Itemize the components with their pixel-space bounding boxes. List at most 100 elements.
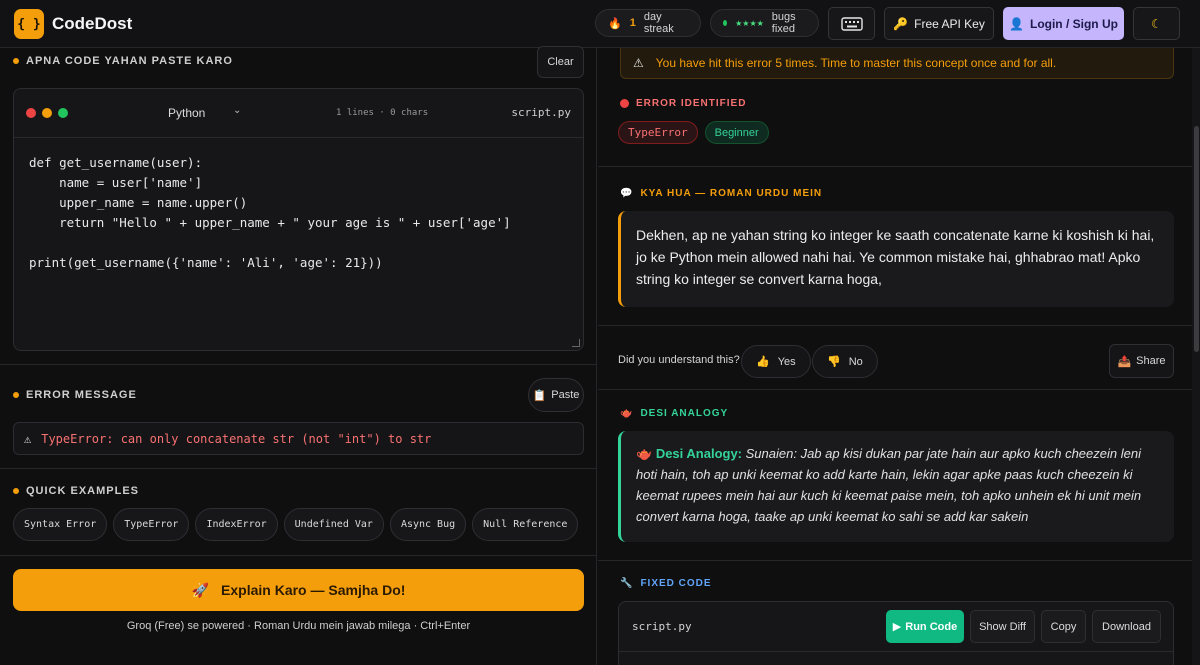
bugs-fixed-badge: ★★★★ bugs fixed (710, 9, 819, 37)
streak-label: day streak (643, 11, 674, 35)
section-dot-icon (13, 392, 19, 398)
run-label: Run Code (905, 620, 958, 633)
example-chips: Syntax Error TypeError IndexError Undefi… (13, 508, 579, 541)
fixed-filename: script.py (632, 620, 692, 633)
error-title-text: ERROR MESSAGE (26, 389, 137, 401)
fire-icon: 🔥 (608, 17, 622, 30)
analogy-title: 🫖 DESI ANALOGY (620, 408, 728, 419)
section-dot-icon (13, 488, 19, 494)
explain-label: Explain Karo — Samjha Do! (221, 582, 406, 598)
no-button[interactable]: 👎 No (812, 345, 878, 378)
thumbs-up-icon: 👍 (756, 356, 770, 368)
error-tags: TypeError Beginner (618, 121, 769, 144)
yes-button[interactable]: 👍 Yes (741, 345, 811, 378)
app-name: CodeDost (52, 14, 133, 33)
theme-toggle-button[interactable]: ☾ (1133, 7, 1180, 40)
editor-filename: script.py (511, 106, 571, 119)
error-message-text: TypeError: can only concatenate str (not… (41, 431, 432, 446)
fixed-code-title: 🔧 FIXED CODE (620, 578, 712, 589)
bugs-stars: ★★★★ (735, 18, 764, 28)
fixed-code-toolbar: script.py ▶ Run Code Show Diff Copy Down… (619, 602, 1173, 652)
scrollbar-thumb[interactable] (1194, 126, 1199, 352)
error-section-title: ERROR MESSAGE (13, 389, 137, 401)
play-icon: ▶ (892, 621, 902, 633)
error-identified-title: ERROR IDENTIFIED (620, 98, 746, 109)
analogy-title-text: DESI ANALOGY (640, 408, 729, 419)
level-badge: Beginner (704, 121, 769, 144)
error-message-input[interactable]: ⚠ TypeError: can only concatenate str (n… (13, 422, 584, 455)
example-chip[interactable]: IndexError (195, 508, 278, 541)
green-dot-icon (58, 108, 68, 118)
warning-icon: ⚠ (24, 431, 32, 446)
wrench-icon: 🔧 (620, 578, 634, 589)
understand-question: Did you understand this? (618, 354, 740, 366)
no-label: No (848, 355, 863, 368)
example-chip[interactable]: Syntax Error (13, 508, 108, 541)
resize-handle-icon[interactable] (572, 339, 580, 347)
show-diff-button[interactable]: Show Diff (970, 610, 1035, 643)
example-chip[interactable]: Null Reference (472, 508, 579, 541)
red-circle-icon (620, 99, 629, 108)
editor-title-text: APNA CODE YAHAN PASTE KARO (26, 55, 233, 67)
error-identified-text: ERROR IDENTIFIED (636, 98, 747, 109)
copy-button[interactable]: Copy (1041, 610, 1086, 643)
divider (598, 325, 1192, 326)
yellow-dot-icon (42, 108, 52, 118)
logo-mark: { } (14, 9, 44, 39)
editor-toolbar: Python ⌄ 1 lines · 0 chars script.py (14, 89, 583, 138)
example-chip[interactable]: Undefined Var (283, 508, 384, 541)
logo[interactable]: { } CodeDost (14, 9, 132, 39)
section-dot-icon (13, 58, 19, 64)
warning-icon: ⚠ (633, 56, 644, 70)
explain-button[interactable]: 🚀 Explain Karo — Samjha Do! (13, 569, 584, 611)
analogy-head: Desi Analogy: (655, 446, 743, 461)
keyboard-icon (840, 16, 863, 31)
share-icon: 📤 (1117, 355, 1132, 368)
examples-title-text: QUICK EXAMPLES (26, 485, 140, 497)
divider (598, 166, 1192, 167)
download-button[interactable]: Download (1092, 610, 1161, 643)
paste-button[interactable]: 📋 Paste (528, 378, 584, 412)
share-button[interactable]: 📤 Share (1109, 344, 1174, 378)
language-select[interactable]: Python (168, 106, 258, 120)
explanation-card: Dekhen, ap ne yahan string ko integer ke… (618, 211, 1174, 307)
divider (0, 555, 597, 556)
thumbs-down-icon: 👎 (827, 356, 841, 368)
run-code-button[interactable]: ▶ Run Code (886, 610, 964, 643)
chevron-down-icon[interactable]: ⌄ (233, 105, 241, 116)
code-editor[interactable]: Python ⌄ 1 lines · 0 chars script.py def… (13, 88, 584, 351)
kya-hua-text: KYA HUA — ROMAN URDU MEIN (640, 188, 823, 199)
keyboard-shortcuts-button[interactable] (828, 7, 875, 40)
notice-text: You have hit this error 5 times. Time to… (655, 56, 1057, 70)
red-dot-icon (26, 108, 36, 118)
yes-label: Yes (777, 355, 796, 368)
paste-label: Paste (551, 389, 580, 401)
bugs-label: bugs fixed (771, 11, 796, 35)
divider (598, 560, 1192, 561)
rocket-icon: 🚀 (191, 581, 210, 598)
analogy-card: 🫖 Desi Analogy: Sunaien: Jab ap kisi duk… (618, 431, 1174, 542)
example-chip[interactable]: TypeError (113, 508, 190, 541)
teapot-icon: 🫖 (620, 408, 634, 419)
share-label: Share (1136, 355, 1166, 367)
login-signup-button[interactable]: 👤 Login / Sign Up (1003, 7, 1124, 40)
error-type-badge: TypeError (618, 121, 698, 144)
clipboard-icon: 📋 (532, 389, 547, 402)
code-input[interactable]: def get_username(user): name = user['nam… (29, 153, 511, 273)
user-icon: 👤 (1009, 16, 1024, 31)
divider (598, 389, 1192, 390)
login-label: Login / Sign Up (1029, 16, 1118, 31)
speech-bubble-icon: 💬 (620, 188, 634, 199)
editor-meta: 1 lines · 0 chars (336, 108, 429, 118)
clear-button[interactable]: Clear (537, 46, 584, 78)
divider (0, 364, 597, 365)
explanation-text: Dekhen, ap ne yahan string ko integer ke… (636, 227, 1155, 287)
top-bar: { } CodeDost 🔥 1 day streak ★★★★ bugs fi… (0, 0, 1200, 48)
streak-badge: 🔥 1 day streak (595, 9, 701, 37)
status-dot-icon (723, 20, 728, 26)
kya-hua-title: 💬 KYA HUA — ROMAN URDU MEIN (620, 188, 822, 199)
divider (0, 468, 597, 469)
example-chip[interactable]: Async Bug (389, 508, 467, 541)
api-key-label: Free API Key (914, 16, 985, 31)
free-api-key-button[interactable]: 🔑 Free API Key (884, 7, 994, 40)
